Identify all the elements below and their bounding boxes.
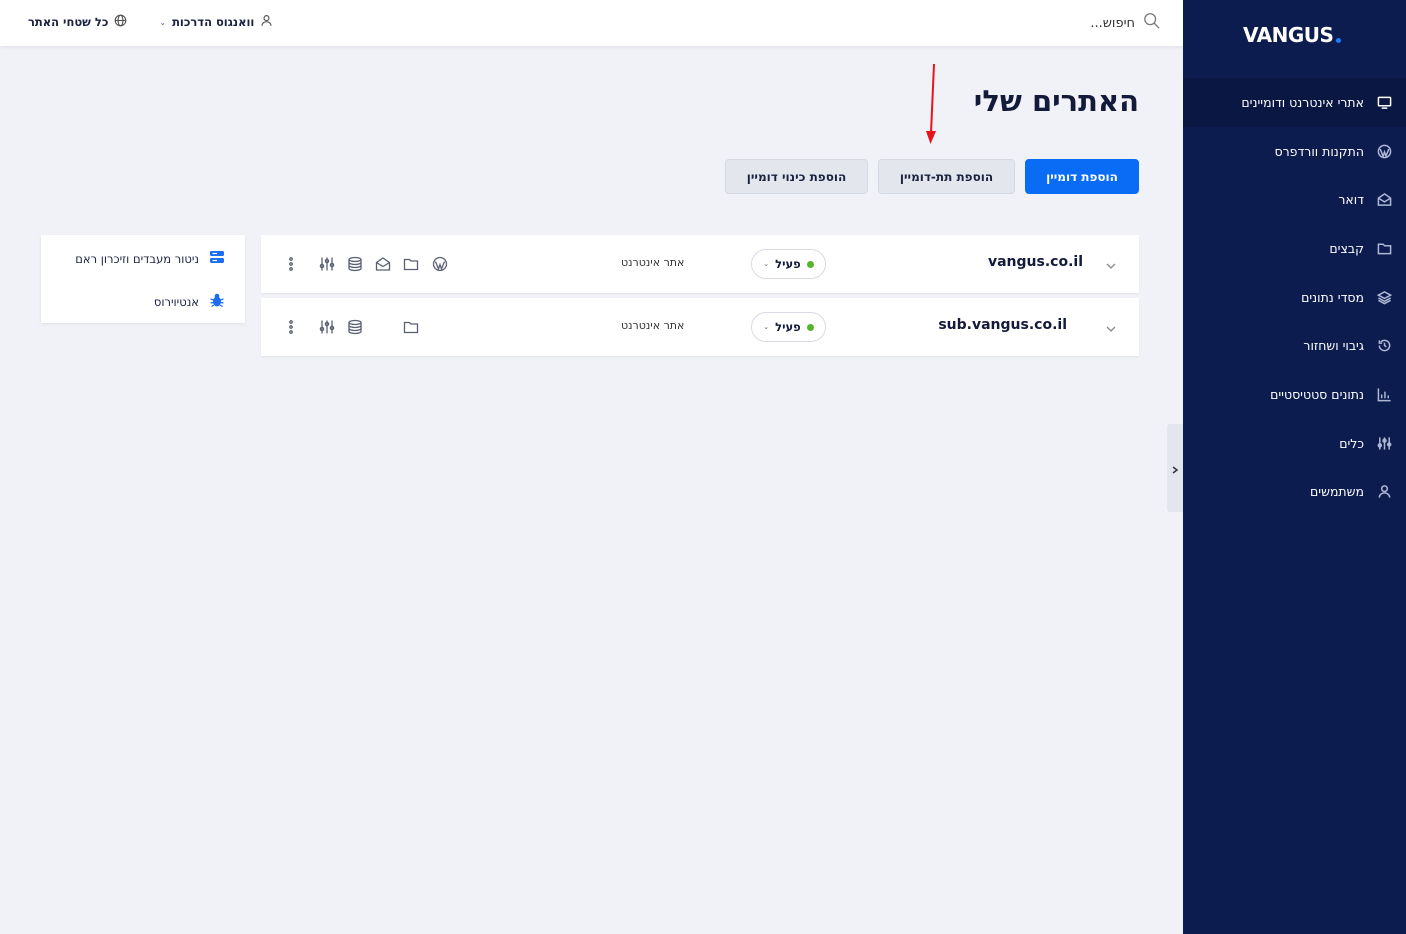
sidebar-collapse-handle[interactable] [1167,424,1183,512]
bug-icon [209,292,225,311]
status-label: פעיל [775,320,801,334]
antivirus-label: אנטיוירוס [153,294,199,309]
cpu-ram-monitor-label: ניטור מעבדים וזיכרון ראם [75,251,199,266]
sidebar-item-label: משתמשים [1310,484,1364,500]
mail-icon[interactable] [374,255,392,273]
status-dropdown[interactable]: פעיל ⌄ [751,312,826,342]
status-dot [806,323,814,331]
sidebar-nav: אתרי אינטרנט ודומיינים התקנות וורדפרס דו… [1183,78,1406,516]
domain-row[interactable]: vangus.co.il פעיל ⌄ אתר אינטרנט [261,235,1139,293]
sliders-icon[interactable] [318,318,336,336]
sidebar-item-websites[interactable]: אתרי אינטרנט ודומיינים [1183,78,1406,127]
more-options-icon[interactable] [282,255,300,273]
add-domain-alias-button[interactable]: הוספת כינוי דומיין [725,159,868,194]
folder-icon[interactable] [402,255,420,273]
domain-row[interactable]: sub.vangus.co.il פעיל ⌄ אתר אינטרנט [261,298,1139,356]
sidebar-item-backup[interactable]: גיבוי ושחזור [1183,321,1406,370]
top-bar-menus: וואנגוס הדרכות ⌄ כל שטחי האתר [28,14,273,30]
sidebar-item-label: קבצים [1329,240,1364,256]
user-icon [260,14,273,30]
database-icon[interactable] [346,255,364,273]
chevron-down-icon: ⌄ [763,323,770,331]
sidebar-item-label: גיבוי ושחזור [1303,338,1364,354]
sidebar-item-wordpress[interactable]: התקנות וורדפרס [1183,127,1406,176]
add-subdomain-button[interactable]: הוספת תת-דומיין [878,159,1015,194]
user-menu-label: וואנגוס הדרכות [172,15,255,29]
logo[interactable]: VANGUS [1243,20,1353,50]
server-icon [209,249,225,268]
sidebar-item-mail[interactable]: דואר [1183,175,1406,224]
logo-text: VANGUS [1243,23,1334,47]
chevron-down-icon: ⌄ [159,17,167,27]
domain-type: אתר אינטרנט [621,256,685,269]
search-icon[interactable] [1143,12,1161,34]
sidebar-item-label: אתרי אינטרנט ודומיינים [1241,94,1364,110]
antivirus-link[interactable]: אנטיוירוס [154,292,225,311]
sidebar-item-label: נתונים סטטיסטיים [1270,386,1364,402]
sidebar-item-files[interactable]: קבצים [1183,224,1406,273]
status-label: פעיל [775,257,801,271]
layers-icon [1376,289,1392,305]
chevron-right-icon [1171,459,1179,478]
sliders-icon[interactable] [318,255,336,273]
chevron-down-icon[interactable] [1105,257,1117,269]
database-icon[interactable] [346,318,364,336]
monitor-icon [1376,94,1392,110]
status-dot [806,260,814,268]
scope-label: כל שטחי האתר [28,15,109,29]
wordpress-icon [1376,143,1392,159]
chart-icon [1376,386,1392,402]
domain-type: אתר אינטרנט [621,319,685,332]
mail-icon [1376,192,1392,208]
globe-icon [114,14,127,30]
search-input[interactable] [995,15,1135,31]
sliders-icon [1376,435,1392,451]
scope-selector[interactable]: כל שטחי האתר [28,14,127,30]
sidebar: VANGUS אתרי אינטרנט ודומיינים התקנות וור… [1183,0,1406,934]
top-bar: וואנגוס הדרכות ⌄ כל שטחי האתר [0,0,1183,46]
sidebar-item-statistics[interactable]: נתונים סטטיסטיים [1183,370,1406,419]
cpu-ram-monitor-link[interactable]: ניטור מעבדים וזיכרון ראם [75,249,225,268]
domain-name[interactable]: sub.vangus.co.il [938,317,1067,333]
action-buttons: הוספת דומיין הוספת תת-דומיין הוספת כינוי… [725,159,1139,194]
tools-panel: ניטור מעבדים וזיכרון ראם אנטיוירוס [41,235,245,323]
chevron-down-icon[interactable] [1105,320,1117,332]
history-icon [1376,338,1392,354]
sidebar-item-label: כלים [1339,435,1364,451]
more-options-icon[interactable] [282,318,300,336]
add-domain-button[interactable]: הוספת דומיין [1025,159,1139,194]
folder-icon[interactable] [402,318,420,336]
folder-icon [1376,240,1392,256]
user-menu[interactable]: וואנגוס הדרכות ⌄ [159,14,273,30]
sidebar-item-label: התקנות וורדפרס [1274,143,1364,159]
domain-name[interactable]: vangus.co.il [988,254,1083,270]
wordpress-icon[interactable] [431,255,449,273]
page-title: האתרים שלי [973,84,1139,118]
sidebar-item-label: דואר [1338,192,1364,208]
annotation-arrow [926,63,936,144]
user-icon [1376,484,1392,500]
status-dropdown[interactable]: פעיל ⌄ [751,249,826,279]
sidebar-item-users[interactable]: משתמשים [1183,468,1406,517]
chevron-down-icon: ⌄ [763,260,770,268]
sidebar-item-label: מסדי נתונים [1301,289,1364,305]
sidebar-item-databases[interactable]: מסדי נתונים [1183,273,1406,322]
sidebar-item-tools[interactable]: כלים [1183,419,1406,468]
search-box[interactable] [995,12,1161,34]
logo-dot [1336,37,1342,43]
